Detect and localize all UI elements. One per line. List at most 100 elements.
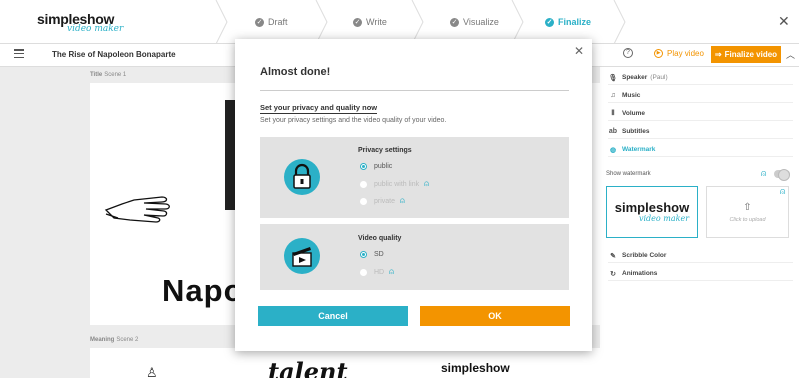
scene-number: Scene 1: [104, 72, 127, 78]
music-note-icon: ♫: [610, 92, 616, 99]
step-visualize[interactable]: ✓ Visualize: [450, 0, 499, 44]
option-label: SD: [374, 251, 384, 258]
step-label: Finalize: [558, 17, 592, 27]
subtitles-icon: ab: [608, 128, 618, 135]
scene-2-text: talent: [268, 357, 348, 378]
privacy-settings-section: Privacy settings public public with link…: [260, 137, 569, 218]
help-icon[interactable]: ?: [623, 48, 633, 58]
privacy-option-public[interactable]: public: [360, 163, 392, 170]
option-label: public: [374, 163, 393, 170]
privacy-option-private[interactable]: private ⍝: [360, 197, 405, 205]
watermark-logo-main: simpleshow: [614, 200, 690, 215]
premium-award-icon: ⍝: [400, 196, 405, 205]
radio-selected[interactable]: [360, 163, 367, 170]
scene-1-text: Napo: [162, 273, 244, 308]
option-label: HD: [374, 268, 385, 276]
setting-label: Volume: [622, 110, 645, 117]
top-bar: simpleshow video maker ✓ Draft ✓ Write ✓ Vi…: [0, 0, 799, 44]
show-watermark-toggle[interactable]: [774, 169, 790, 181]
watermark-icon: ◍: [609, 146, 617, 154]
step-separator-icon: [511, 0, 524, 44]
step-write[interactable]: ✓ Write: [353, 0, 387, 44]
step-label: Visualize: [463, 17, 499, 27]
finalize-icon: ⇒: [714, 50, 722, 59]
logo-sub-text: video maker: [67, 24, 124, 34]
almost-done-dialog: ✕ Almost done! Set your privacy and qual…: [235, 39, 592, 351]
scene-name: Meaning: [90, 337, 115, 343]
setting-label: Scribble Color: [622, 252, 667, 259]
setting-volume[interactable]: ⫴ Volume: [608, 107, 793, 121]
privacy-option-public-with-link[interactable]: public with link ⍝: [360, 180, 429, 188]
step-separator-icon: [411, 0, 424, 44]
video-clapper-icon: [284, 238, 320, 274]
setting-label: Speaker: [622, 74, 648, 81]
dialog-title: Almost done!: [260, 66, 331, 78]
close-icon[interactable]: ✕: [778, 13, 790, 30]
step-separator-icon: [315, 0, 328, 44]
volume-bars-icon: ⫴: [611, 109, 615, 117]
figure-drawing-icon: ♙: [146, 365, 158, 378]
video-quality-section: Video quality SD HD ⍝: [260, 224, 569, 290]
finalize-video-label: Finalize video: [724, 50, 778, 59]
animation-icon: ↻: [610, 270, 616, 278]
microphone-icon: 🎙: [608, 74, 618, 82]
radio-selected[interactable]: [360, 251, 367, 258]
dialog-subtitle: Set your privacy and quality now: [260, 103, 378, 114]
finalize-video-button[interactable]: ⇒ Finalize video: [711, 46, 781, 63]
radio-unselected[interactable]: [360, 268, 367, 276]
setting-subtitles[interactable]: ab Subtitles: [608, 125, 793, 139]
divider: [260, 90, 569, 91]
scene-name: Title: [90, 72, 103, 78]
premium-award-icon: ⍝: [389, 267, 394, 276]
setting-label: Subtitles: [622, 128, 650, 135]
check-icon: ✓: [450, 17, 459, 27]
quality-option-sd[interactable]: SD: [360, 251, 384, 258]
cancel-button[interactable]: Cancel: [258, 306, 408, 326]
play-icon: ▶: [654, 49, 663, 58]
menu-icon[interactable]: [14, 49, 24, 59]
step-label: Draft: [268, 17, 288, 27]
dialog-description: Set your privacy settings and the video …: [260, 117, 447, 124]
watermark-logo-sub: video maker: [638, 214, 690, 223]
privacy-heading: Privacy settings: [358, 147, 412, 154]
lock-icon: [284, 159, 320, 195]
scene-2-logo: simpleshow: [441, 361, 510, 375]
check-icon: ✓: [545, 17, 554, 27]
ok-button[interactable]: OK: [420, 306, 570, 326]
setting-label: Animations: [622, 270, 658, 277]
option-label: private: [374, 197, 396, 205]
step-finalize[interactable]: ✓ Finalize: [545, 0, 591, 44]
pen-icon: ✎: [610, 252, 616, 260]
setting-speaker[interactable]: 🎙 Speaker (Paul): [608, 71, 793, 85]
upload-label: Click to upload: [729, 216, 766, 223]
scene-1-label: Title Scene 1: [90, 72, 126, 78]
setting-animations[interactable]: ↻ Animations: [608, 267, 793, 281]
radio-unselected[interactable]: [360, 180, 367, 188]
watermark-upload-option[interactable]: ⇧ Click to upload: [706, 186, 789, 238]
scene-number: Scene 2: [116, 337, 139, 343]
setting-scribble-color[interactable]: ✎ Scribble Color: [608, 249, 793, 263]
speaker-name: (Paul): [650, 74, 668, 81]
option-label: public with link: [374, 180, 420, 188]
watermark-default-option[interactable]: simpleshow video maker: [606, 186, 698, 238]
upload-icon: ⇧: [743, 201, 752, 213]
project-title: The Rise of Napoleon Bonaparte: [52, 50, 176, 59]
step-draft[interactable]: ✓ Draft: [255, 0, 288, 44]
premium-award-icon: ⍝: [424, 179, 429, 188]
chevron-up-icon[interactable]: ︿: [786, 48, 795, 61]
setting-label: Watermark: [622, 146, 656, 153]
setting-watermark[interactable]: ◍ Watermark: [608, 143, 793, 157]
check-icon: ✓: [255, 17, 264, 27]
workflow-steps: ✓ Draft ✓ Write ✓ Visualize ✓ Finalize: [215, 0, 630, 44]
quality-heading: Video quality: [358, 235, 402, 242]
step-label: Write: [366, 17, 387, 27]
play-video-button[interactable]: ▶ Play video: [654, 49, 704, 58]
step-separator-icon: [613, 0, 626, 44]
quality-option-hd[interactable]: HD ⍝: [360, 268, 394, 276]
app-logo[interactable]: simpleshow video maker: [37, 12, 123, 34]
scene-2-label: Meaning Scene 2: [90, 337, 138, 343]
radio-unselected[interactable]: [360, 197, 367, 205]
check-icon: ✓: [353, 17, 362, 27]
close-icon[interactable]: ✕: [574, 44, 584, 58]
setting-music[interactable]: ♫ Music: [608, 89, 793, 103]
